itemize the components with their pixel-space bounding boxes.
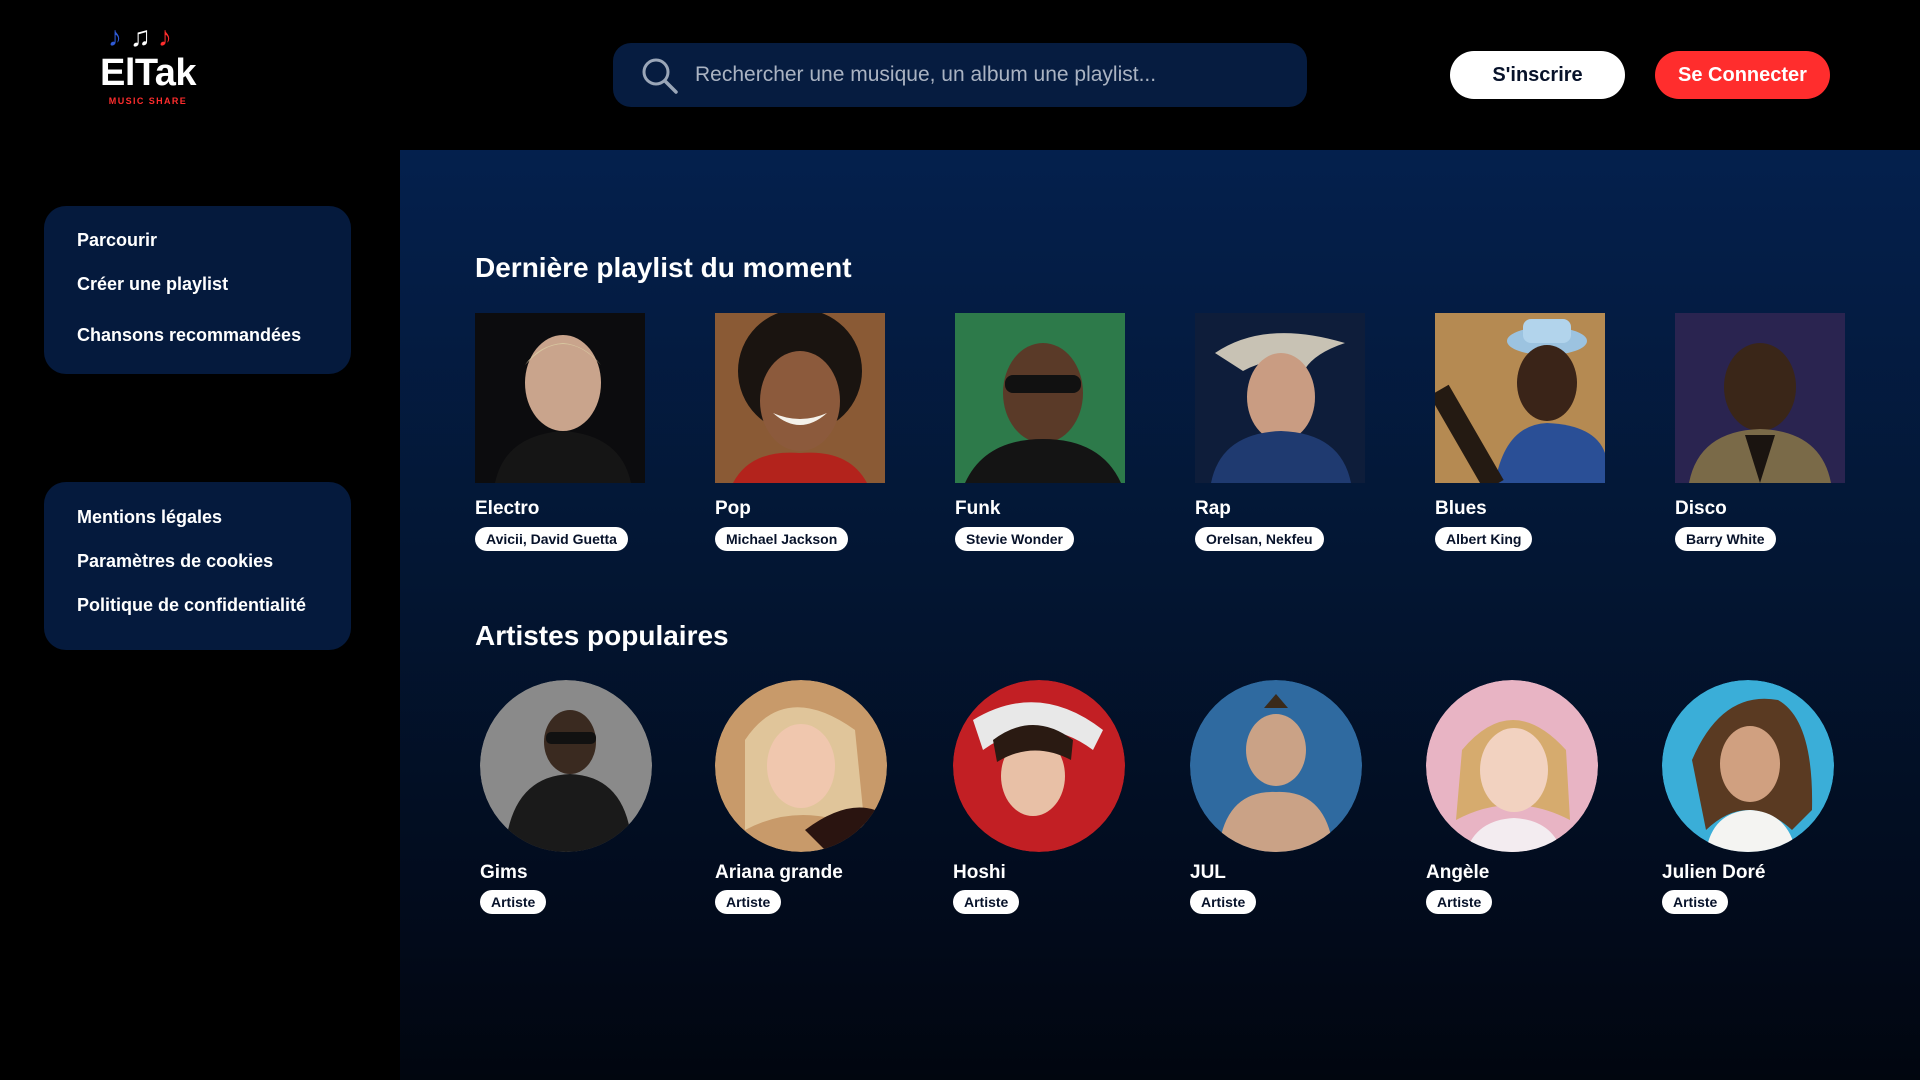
music-notes-icon: ♪ ♫ ♪ — [108, 21, 172, 52]
artist-card-julien-dore[interactable]: Julien Doré Artiste — [1662, 680, 1837, 914]
playlist-artists-badge: Barry White — [1675, 527, 1776, 551]
sidebar-nav: Parcourir Créer une playlist Chansons re… — [44, 206, 351, 374]
main-content: Dernière playlist du moment Electro Avic… — [400, 150, 1920, 1080]
playlist-cover-image — [955, 313, 1125, 483]
playlist-card-rap[interactable]: Rap Orelsan, Nekfeu — [1195, 313, 1365, 551]
playlist-card-funk[interactable]: Funk Stevie Wonder — [955, 313, 1125, 551]
playlist-genre: Funk — [955, 498, 1001, 519]
playlist-genre: Blues — [1435, 498, 1487, 519]
sidebar-legal: Mentions légales Paramètres de cookies P… — [44, 482, 351, 650]
brand-name: ElTak — [99, 52, 197, 94]
playlists-title: Dernière playlist du moment — [475, 252, 852, 283]
artist-role-badge: Artiste — [953, 890, 1020, 914]
playlist-cover-image — [1195, 313, 1365, 483]
playlist-cover-image — [1675, 313, 1845, 483]
artist-card-gims[interactable]: Gims Artiste — [480, 680, 655, 914]
playlist-genre: Electro — [475, 498, 540, 519]
artist-role-badge: Artiste — [480, 890, 547, 914]
playlist-card-disco[interactable]: Disco Barry White — [1675, 313, 1845, 551]
sidebar-item-legal-notice[interactable]: Mentions légales — [77, 507, 222, 528]
search-icon — [642, 58, 678, 94]
artist-avatar — [953, 680, 1125, 852]
artists-title: Artistes populaires — [475, 620, 729, 651]
playlist-artists-badge: Avicii, David Guetta — [475, 527, 628, 551]
artist-avatar — [1662, 680, 1834, 852]
playlist-artists-badge: Michael Jackson — [715, 527, 849, 551]
artist-avatar — [1190, 680, 1362, 852]
playlist-genre: Rap — [1195, 498, 1231, 519]
artist-card-ariana-grande[interactable]: Ariana grande Artiste — [715, 680, 890, 914]
playlist-card-electro[interactable]: Electro Avicii, David Guetta — [475, 313, 645, 551]
artist-name: Hoshi — [953, 862, 1006, 883]
sidebar-item-cookie-settings[interactable]: Paramètres de cookies — [77, 551, 273, 572]
playlist-card-pop[interactable]: Pop Michael Jackson — [715, 313, 885, 551]
sidebar-item-browse[interactable]: Parcourir — [77, 230, 157, 251]
sidebar-item-create-playlist[interactable]: Créer une playlist — [77, 274, 228, 295]
artist-name: Angèle — [1426, 862, 1490, 883]
artist-name: JUL — [1190, 862, 1226, 883]
playlist-artists-badge: Stevie Wonder — [955, 527, 1074, 551]
artist-name: Ariana grande — [715, 862, 843, 883]
artist-role-badge: Artiste — [1426, 890, 1493, 914]
sidebar-item-privacy-policy[interactable]: Politique de confidentialité — [77, 595, 306, 616]
login-button[interactable]: Se Connecter — [1655, 51, 1830, 99]
artist-name: Gims — [480, 862, 528, 883]
search-bar[interactable] — [613, 43, 1307, 107]
artist-card-angele[interactable]: Angèle Artiste — [1426, 680, 1601, 914]
artist-avatar — [715, 680, 887, 852]
playlist-artists-badge: Orelsan, Nekfeu — [1195, 527, 1324, 551]
artist-role-badge: Artiste — [1662, 890, 1729, 914]
app-logo[interactable]: ♪ ♫ ♪ ElTak MUSIC SHARE — [96, 22, 200, 122]
playlist-artists-badge: Albert King — [1435, 527, 1533, 551]
playlist-cover-image — [1435, 313, 1605, 483]
playlist-cover-image — [715, 313, 885, 483]
playlist-genre: Pop — [715, 498, 751, 519]
playlist-cover-image — [475, 313, 645, 483]
artist-avatar — [480, 680, 652, 852]
register-button[interactable]: S'inscrire — [1450, 51, 1625, 99]
playlist-genre: Disco — [1675, 498, 1727, 519]
artist-role-badge: Artiste — [715, 890, 782, 914]
brand-tagline: MUSIC SHARE — [108, 96, 188, 106]
playlist-card-blues[interactable]: Blues Albert King — [1435, 313, 1605, 551]
artist-name: Julien Doré — [1662, 862, 1766, 883]
artist-card-jul[interactable]: JUL Artiste — [1190, 680, 1365, 914]
search-input[interactable] — [695, 63, 1255, 87]
artist-role-badge: Artiste — [1190, 890, 1257, 914]
sidebar-item-recommended-songs[interactable]: Chansons recommandées — [77, 325, 301, 346]
artist-avatar — [1426, 680, 1598, 852]
artist-card-hoshi[interactable]: Hoshi Artiste — [953, 680, 1128, 914]
